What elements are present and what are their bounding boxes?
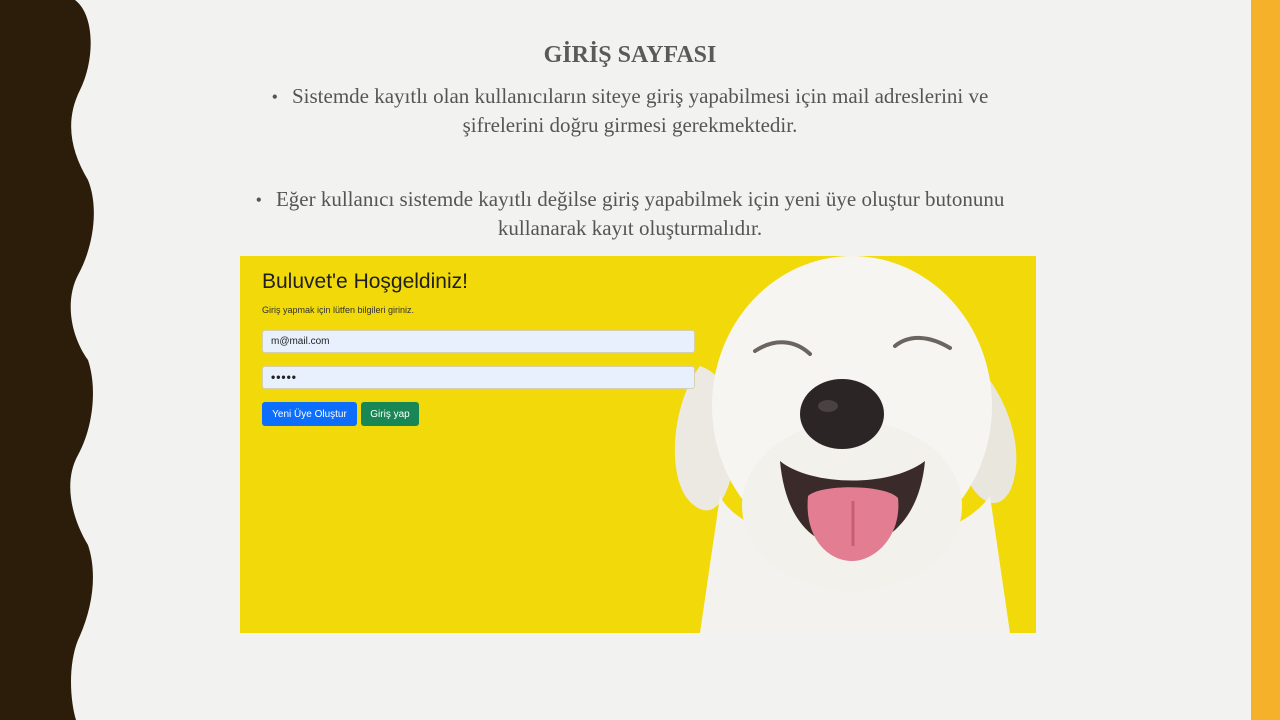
password-field[interactable]: ••••• xyxy=(262,366,695,389)
bullet-dot-icon: • xyxy=(271,87,278,107)
right-accent-bar xyxy=(1251,0,1280,720)
slide-title: GİRİŞ SAYFASI xyxy=(543,42,717,68)
bullet-text: Sistemde kayıtlı olan kullanıcıların sit… xyxy=(291,84,989,137)
login-subtitle: Giriş yapmak için lütfen bilgileri girin… xyxy=(262,305,415,315)
bullet-dot-icon: • xyxy=(255,190,262,210)
new-member-button[interactable]: Yeni Üye Oluştur xyxy=(262,402,357,426)
email-field[interactable]: m@mail.com xyxy=(262,330,695,353)
bullet-item: • Eğer kullanıcı sistemde kayıtlı değilse… xyxy=(230,185,1030,242)
welcome-heading: Buluvet'e Hoşgeldiniz! xyxy=(262,270,468,293)
bullet-text: Eğer kullanıcı sistemde kayıtlı değilse … xyxy=(275,187,1005,240)
bullet-item: • Sistemde kayıtlı olan kullanıcıların si… xyxy=(250,82,1010,139)
login-page-screenshot: Buluvet'e Hoşgeldiniz! Giriş yapmak için… xyxy=(240,256,1036,633)
login-button[interactable]: Giriş yap xyxy=(361,402,419,426)
smiling-dog-image xyxy=(674,256,1017,633)
wavy-border-decoration xyxy=(0,0,94,720)
